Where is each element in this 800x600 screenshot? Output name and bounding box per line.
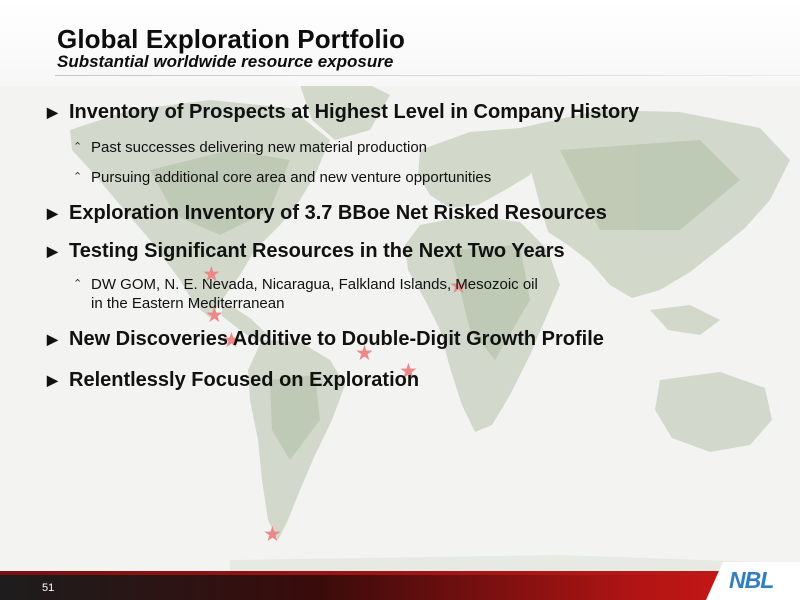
bullet-item: ▶ New Discoveries Additive to Double-Dig… <box>47 327 604 351</box>
chevron-up-icon: ⌃ <box>73 278 83 290</box>
bullet-text: Inventory of Prospects at Highest Level … <box>69 101 640 123</box>
slide-subtitle: Substantial worldwide resource exposure <box>57 52 394 71</box>
triangle-right-icon: ▶ <box>47 372 58 388</box>
triangle-right-icon: ▶ <box>47 104 58 120</box>
title-divider <box>55 75 800 76</box>
sub-bullet-text: DW GOM, N. E. Nevada, Nicaragua, Falklan… <box>91 276 538 293</box>
sub-bullet-item: ⌃ DW GOM, N. E. Nevada, Nicaragua, Falkl… <box>47 275 711 313</box>
bullet-text: Testing Significant Resources in the Nex… <box>69 240 565 262</box>
sub-bullet-text: Past successes delivering new material p… <box>91 139 427 156</box>
triangle-right-icon: ▶ <box>47 243 58 259</box>
sub-bullet-item: ⌃ Pursuing additional core area and new … <box>47 168 491 187</box>
bullet-text: Relentlessly Focused on Exploration <box>69 369 420 391</box>
chevron-up-icon: ⌃ <box>73 171 83 183</box>
triangle-right-icon: ▶ <box>47 205 58 221</box>
page-number: 51 <box>42 582 55 594</box>
chevron-up-icon: ⌃ <box>73 141 83 153</box>
star-icon: ★ <box>263 523 282 546</box>
company-logo: NBL <box>729 567 774 593</box>
bullet-text: Exploration Inventory of 3.7 BBoe Net Ri… <box>69 202 607 224</box>
slide: Global Exploration Portfolio Substantial… <box>0 0 800 600</box>
bullet-text: New Discoveries Additive to Double-Digit… <box>69 328 604 350</box>
footer-bar <box>0 575 800 600</box>
sub-bullet-text: in the Eastern Mediterranean <box>91 295 285 312</box>
triangle-right-icon: ▶ <box>47 331 58 347</box>
sub-bullet-text: Pursuing additional core area and new ve… <box>91 169 492 186</box>
bullet-item: ▶ Exploration Inventory of 3.7 BBoe Net … <box>47 201 607 225</box>
bullet-item: ▶ Relentlessly Focused on Exploration <box>47 368 419 392</box>
bullet-item: ▶ Testing Significant Resources in the N… <box>47 239 565 263</box>
sub-bullet-item: ⌃ Past successes delivering new material… <box>47 138 427 157</box>
bullet-item: ▶ Inventory of Prospects at Highest Leve… <box>47 100 639 124</box>
slide-title: Global Exploration Portfolio <box>57 24 406 54</box>
